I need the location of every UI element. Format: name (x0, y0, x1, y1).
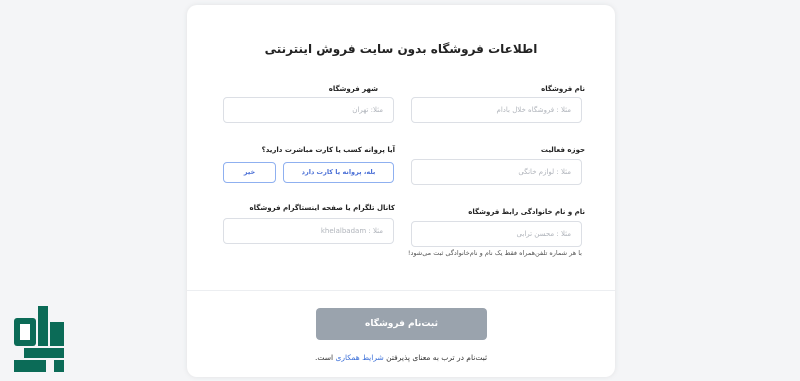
terms-link[interactable]: شرایط همکاری (335, 353, 383, 362)
contact-input[interactable]: مثلا : محسن ترابی (411, 221, 582, 247)
form-title: اطلاعات فروشگاه بدون سایت فروش اینترنتی (264, 42, 538, 56)
license-yes-button[interactable]: بله، پروانه یا کارت دارد (283, 162, 394, 183)
store-name-input[interactable]: مثلا : فروشگاه خلال بادام (411, 97, 582, 123)
channel-input[interactable]: مثلا : khelalbadam (223, 218, 394, 244)
store-name-label: نام فروشگاه (541, 85, 585, 93)
terms-text: ثبت‌نام در ترب به معنای پذیرفتن شرایط هم… (187, 353, 615, 362)
registration-card: اطلاعات فروشگاه بدون سایت فروش اینترنتی … (187, 5, 615, 377)
contact-label: نام و نام خانوادگی رابط فروشگاه (468, 208, 585, 216)
license-question: آیا پروانه کسب یا کارت مباشرت دارید؟ (261, 146, 395, 154)
form-divider (187, 290, 615, 291)
activity-label: حوزه فعالیت (540, 146, 585, 154)
contact-hint: با هر شماره تلفن‌همراه فقط یک نام و نام‌… (407, 249, 582, 257)
terms-suffix: است. (314, 353, 334, 362)
channel-label: کانال تلگرام یا صفحه اینستاگرام فروشگاه (249, 204, 395, 212)
activity-input[interactable]: مثلا : لوازم خانگی (411, 159, 582, 185)
city-input[interactable]: مثلا: تهران (223, 97, 394, 123)
city-label: شهر فروشگاه (328, 85, 378, 93)
submit-button[interactable]: ثبت‌نام فروشگاه (316, 308, 487, 340)
license-no-button[interactable]: خیر (223, 162, 276, 183)
torob-logo-icon (14, 306, 64, 372)
terms-prefix: ثبت‌نام در ترب به معنای پذیرفتن (386, 353, 488, 362)
